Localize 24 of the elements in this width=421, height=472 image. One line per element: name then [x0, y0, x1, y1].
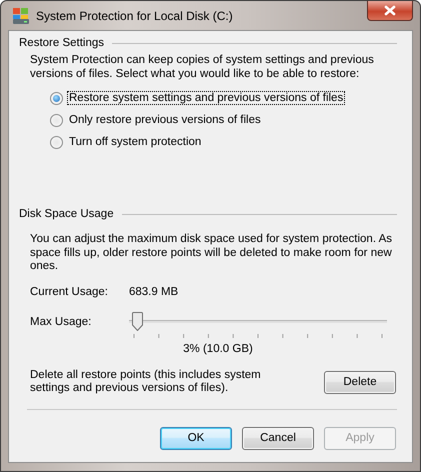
radio-button[interactable]	[50, 136, 63, 148]
section-heading: Disk Space Usage	[19, 208, 114, 220]
slider-reading: 3% (10.0 GB)	[183, 342, 253, 354]
field-value: 683.9 MB	[129, 286, 178, 298]
radio-button[interactable]	[50, 114, 63, 126]
close-icon	[383, 5, 397, 16]
delete-button[interactable]: Delete	[324, 370, 396, 394]
section-description: You can adjust the maximum disk space used for system protection. As space fills up, older restore points will be deleted to make room for new ones.	[29, 233, 394, 274]
field-label: Current Usage:	[30, 286, 109, 298]
close-button[interactable]	[367, 1, 413, 21]
delete-description: Delete all restore points (this includes system settings and previous versions of files).	[30, 368, 262, 396]
field-label: Max Usage:	[30, 316, 92, 328]
slider-thumb[interactable]	[132, 312, 143, 330]
radio-button[interactable]	[50, 92, 63, 104]
window-title: System Protection for Local Disk (C:)	[36, 8, 233, 22]
section-description: System Protection can keep copies of system settings and previous versions of files. Select what you would like to be able to restore:	[29, 54, 375, 81]
computer-icon	[12, 6, 30, 24]
radio-label[interactable]: Only restore previous versions of files	[67, 113, 263, 127]
radio-label[interactable]: Turn off system protection	[67, 135, 204, 149]
dialog-button[interactable]: Cancel	[242, 426, 314, 450]
slider-track[interactable]	[129, 310, 387, 332]
section-heading: Restore Settings	[19, 37, 104, 49]
dialog-button[interactable]: OK	[160, 426, 232, 450]
radio-label[interactable]: Restore system settings and previous versions of files	[67, 91, 346, 105]
